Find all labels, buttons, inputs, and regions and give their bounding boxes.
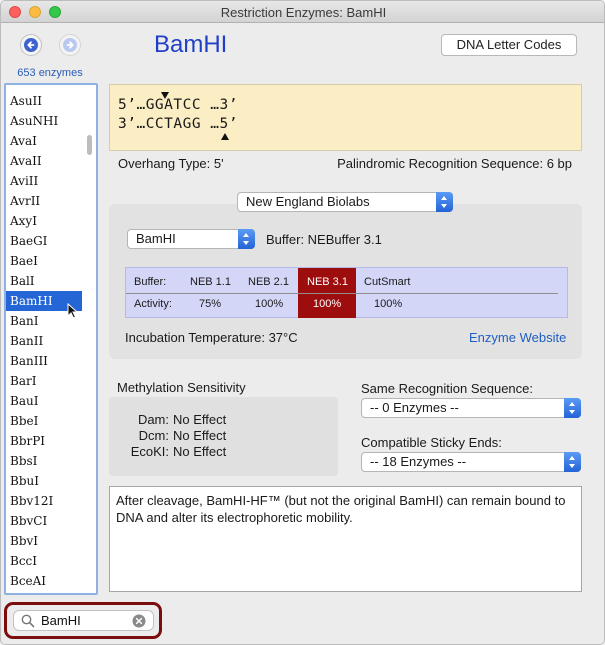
list-item[interactable]: BbsI [6,451,82,471]
sequence-bottom-strand: 3’…CCTAGG …5’ [118,116,238,132]
methylation-panel: Dam: No Effect Dcm: No Effect EcoKI: No … [109,397,338,476]
list-item[interactable]: BaeGI [6,231,82,251]
buffer-row: Buffer: NEB 1.1 NEB 2.1 NEB 3.1 CutSmart [126,272,569,293]
enzyme-list[interactable]: AsuII AsuNHI AvaI AvaII AviII AvrII AxyI… [4,83,98,595]
buffer-name-recommended: NEB 3.1 [307,276,348,288]
notes-text-area[interactable]: After cleavage, BamHI-HF™ (but not the o… [109,486,582,592]
buffer-name: NEB 2.1 [248,276,289,288]
list-item[interactable]: BbrPI [6,431,82,451]
back-arrow-icon [24,38,38,52]
recognition-sequence-box: 5’…GGATCC …3’ 3’…CCTAGG …5’ [109,84,582,151]
methylation-key: EcoKI: [130,444,169,459]
list-item[interactable]: BccI [6,551,82,571]
enzyme-website-link[interactable]: Enzyme Website [469,330,566,345]
palindromic-sequence-length: Palindromic Recognition Sequence: 6 bp [337,156,572,171]
methylation-value: No Effect [173,412,227,427]
activity-value-recommended: 100% [313,298,342,310]
compatible-ends-label: Compatible Sticky Ends: [361,435,502,450]
forward-arrow-icon [63,38,77,52]
list-item[interactable]: AvaII [6,151,82,171]
list-item[interactable]: AvaI [6,131,82,151]
title-bar: Restriction Enzymes: BamHI [1,1,604,23]
list-item[interactable]: BceAI [6,571,82,591]
enzyme-count: 653 enzymes [17,67,83,79]
buffer-activity-table: Buffer: NEB 1.1 NEB 2.1 NEB 3.1 CutSmart… [125,267,568,318]
supplier-select[interactable]: New England Biolabs [237,192,453,212]
activity-row-label: Activity: [134,298,172,310]
methylation-key: Dam: [137,412,169,427]
incubation-temperature: Incubation Temperature: 37°C [125,330,298,345]
list-item[interactable]: Bbv12I [6,491,82,511]
recommended-buffer: Buffer: NEBuffer 3.1 [266,232,382,247]
buffer-name: CutSmart [364,276,411,288]
buffer-name: NEB 1.1 [190,276,231,288]
app-window: Restriction Enzymes: BamHI 653 enzymes B… [0,0,605,645]
same-recognition-select[interactable]: -- 0 Enzymes -- [361,398,581,418]
enzyme-variant-select[interactable]: BamHI [127,229,255,249]
list-item[interactable]: BbeI [6,411,82,431]
methylation-title: Methylation Sensitivity [117,380,246,395]
search-value: BamHI [41,613,81,628]
enzyme-variant-value: BamHI [136,231,176,246]
same-recognition-value: -- 0 Enzymes -- [370,400,459,415]
list-item[interactable]: BalI [6,271,82,291]
enzyme-title: BamHI [154,31,228,58]
search-input[interactable]: BamHI [13,610,154,631]
methylation-value: No Effect [173,428,227,443]
list-scrollbar[interactable] [87,135,92,155]
activity-value: 100% [374,298,403,310]
same-recognition-label: Same Recognition Sequence: [361,381,534,396]
list-item[interactable]: BbvCI [6,511,82,531]
pointer-cursor-icon [67,303,79,319]
methylation-value: No Effect [173,444,227,459]
activity-row: Activity: 75% 100% 100% 100% [126,293,558,314]
search-icon [21,614,35,628]
activity-value: 75% [199,298,222,310]
list-item[interactable]: AsuII [6,91,82,111]
list-item[interactable]: BauI [6,391,82,411]
forward-button[interactable] [59,34,81,56]
list-item[interactable]: AvrII [6,191,82,211]
back-button[interactable] [20,34,42,56]
clear-icon[interactable] [132,614,146,628]
window-title: Restriction Enzymes: BamHI [220,5,387,20]
chevron-updown-icon [564,452,581,472]
overhang-type: Overhang Type: 5' [118,156,224,171]
chevron-updown-icon [436,192,453,212]
buffer-row-label: Buffer: [134,276,167,288]
dna-letter-codes-button[interactable]: DNA Letter Codes [441,34,577,56]
list-item[interactable]: BanIII [6,351,82,371]
list-item[interactable]: AsuNHI [6,111,82,131]
chevron-updown-icon [238,229,255,249]
list-item[interactable]: BbvI [6,531,82,551]
compatible-ends-value: -- 18 Enzymes -- [370,454,467,469]
list-item[interactable]: BanII [6,331,82,351]
list-item[interactable]: AxyI [6,211,82,231]
list-item[interactable]: BbuI [6,471,82,491]
list-item[interactable]: AviII [6,171,82,191]
compatible-ends-select[interactable]: -- 18 Enzymes -- [361,452,581,472]
cut-site-bottom-icon [221,133,229,140]
sequence-top-strand: 5’…GGATCC …3’ [118,97,238,113]
supplier-select-value: New England Biolabs [246,194,370,209]
list-item[interactable]: BaeI [6,251,82,271]
activity-value: 100% [255,298,284,310]
chevron-updown-icon [564,398,581,418]
methylation-key: Dcm: [138,428,169,443]
list-item[interactable]: BarI [6,371,82,391]
